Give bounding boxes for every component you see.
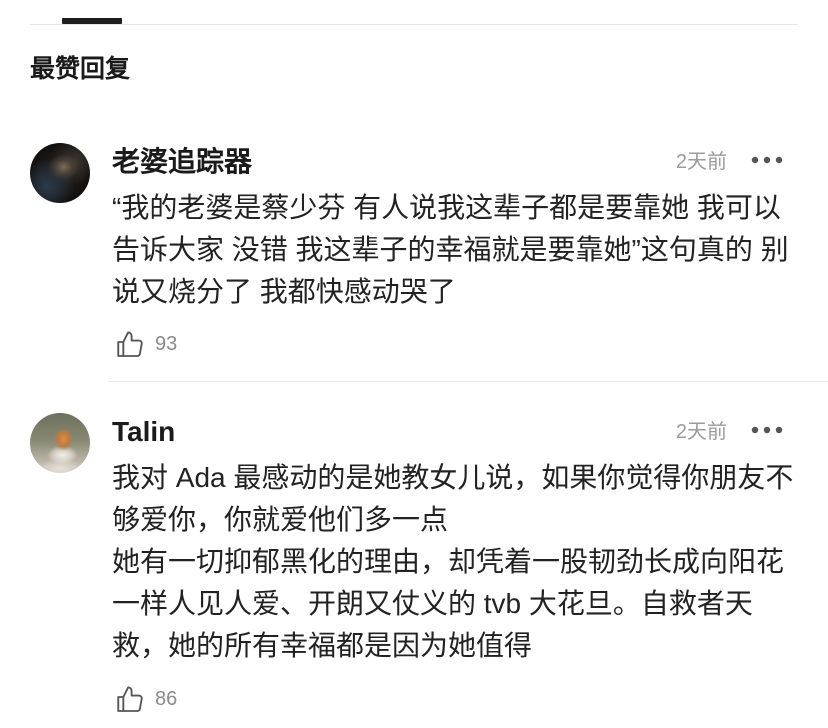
tab-bar-divider [30,24,798,25]
comment-text: “我的老婆是蔡少芬 有人说我这辈子都是要靠她 我可以告诉大家 没错 我这辈子的幸… [112,192,789,307]
comment-username[interactable]: Talin [112,414,175,450]
avatar[interactable] [30,143,90,203]
comment-time: 2天前 [675,151,727,173]
section-title: 最赞回复 [30,55,131,83]
more-horizontal-icon [751,156,783,164]
more-button[interactable] [750,154,784,166]
thumbs-up-icon [117,686,143,712]
more-horizontal-icon [751,426,783,434]
more-button[interactable] [750,424,784,436]
like-count: 86 [155,688,178,710]
comment-item: 老婆追踪器 2天前 “我的老婆是蔡少芬 有人说我这辈子都是要靠她 我可以告诉大家… [0,140,828,376]
thumbs-up-icon [117,331,143,357]
comment-text: 我对 Ada 最感动的是她教女儿说，如果你觉得你朋友不够爱你，你就爱他们多一点 … [112,462,794,661]
active-tab-indicator [62,18,122,24]
comment-username[interactable]: 老婆追踪器 [112,144,252,180]
comment-time: 2天前 [675,421,727,443]
avatar[interactable] [30,413,90,473]
like-button[interactable]: 93 [114,328,177,360]
like-button[interactable]: 86 [114,683,177,715]
like-count: 93 [155,333,178,355]
comment-item: Talin 2天前 我对 Ada 最感动的是她教女儿说，如果你觉得你朋友不够爱你… [0,410,828,722]
comment-divider [108,381,828,382]
